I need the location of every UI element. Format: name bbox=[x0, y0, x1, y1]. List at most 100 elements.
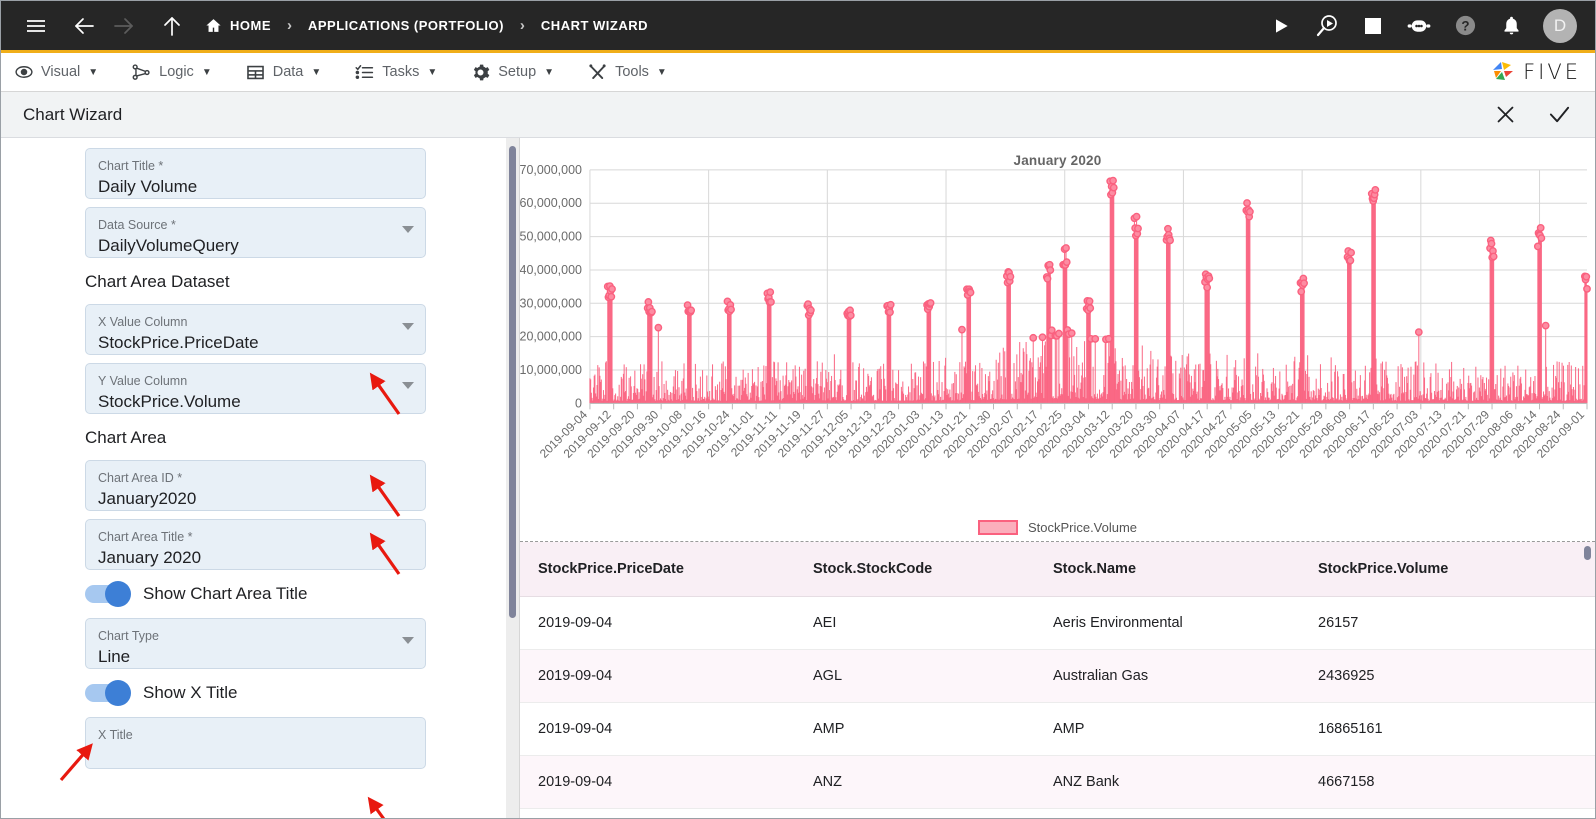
table-row[interactable]: 2019-09-04 AMP AMP 16865161 bbox=[520, 702, 1595, 756]
table-cell: 2019-09-04 bbox=[520, 702, 795, 756]
close-icon[interactable] bbox=[1491, 101, 1519, 129]
breadcrumb-item-chart-wizard[interactable]: CHART WIZARD bbox=[541, 18, 648, 33]
chevron-down-icon: ▼ bbox=[311, 66, 322, 78]
chevron-down-icon: ▼ bbox=[656, 66, 667, 78]
breadcrumb-item-applications[interactable]: APPLICATIONS (PORTFOLIO) bbox=[308, 18, 504, 33]
chart-area-title-field[interactable]: Chart Area Title * January 2020 bbox=[85, 519, 426, 570]
x-value-column-field[interactable]: X Value Column StockPrice.PriceDate bbox=[85, 304, 426, 355]
menu-item-tasks[interactable]: Tasks ▼ bbox=[355, 63, 437, 82]
help-icon[interactable]: ? bbox=[1445, 9, 1485, 43]
page-title: Chart Wizard bbox=[23, 104, 123, 124]
chevron-down-icon: ▼ bbox=[427, 66, 438, 78]
sidebar-scrollbar-thumb[interactable] bbox=[509, 146, 516, 618]
chevron-down-icon: ▼ bbox=[544, 66, 555, 78]
breadcrumb-item-home[interactable]: HOME bbox=[205, 17, 271, 34]
chart-area-id-field[interactable]: Chart Area ID * January2020 bbox=[85, 460, 426, 511]
eye-icon bbox=[15, 63, 33, 81]
table-cell: 26157 bbox=[1300, 596, 1595, 650]
data-table-container: StockPrice.PriceDate Stock.StockCode Sto… bbox=[520, 542, 1595, 818]
table-cell: AGL bbox=[795, 649, 1035, 703]
menu-label-visual: Visual bbox=[41, 64, 81, 80]
toggle-knob bbox=[105, 581, 131, 607]
svg-text:40,000,000: 40,000,000 bbox=[520, 263, 582, 277]
forward-arrow-icon[interactable] bbox=[107, 9, 141, 43]
section-heading-chart-area: Chart Area bbox=[85, 428, 167, 447]
data-source-label: Data Source * bbox=[98, 218, 176, 232]
wizard-header: Chart Wizard bbox=[1, 92, 1595, 138]
chevron-down-icon: ▼ bbox=[201, 66, 212, 78]
show-chart-area-title-row: Show Chart Area Title bbox=[85, 581, 519, 607]
legend-swatch-stockprice-volume bbox=[977, 520, 1018, 535]
table-cell: AEI bbox=[795, 596, 1035, 650]
top-navigation-bar: HOME › APPLICATIONS (PORTFOLIO) › CHART … bbox=[1, 1, 1595, 53]
show-chart-area-title-toggle[interactable] bbox=[85, 581, 131, 607]
menu-item-tools[interactable]: Tools ▼ bbox=[588, 63, 667, 82]
chart-type-label: Chart Type bbox=[98, 629, 159, 643]
top-bar-actions: ? D bbox=[1261, 8, 1577, 43]
table-header-volume[interactable]: StockPrice.Volume bbox=[1300, 542, 1595, 597]
robot-icon[interactable] bbox=[1399, 9, 1439, 43]
breadcrumb-label-home: HOME bbox=[230, 18, 271, 33]
main-menu-bar: Visual ▼ Logic ▼ Data ▼ Tasks ▼ Setup ▼ … bbox=[1, 53, 1595, 92]
chevron-down-icon[interactable] bbox=[402, 226, 414, 233]
hamburger-icon[interactable] bbox=[19, 9, 53, 43]
table-icon bbox=[246, 63, 265, 82]
annotation-arrow-chart-type bbox=[365, 796, 417, 818]
breadcrumb: HOME › APPLICATIONS (PORTFOLIO) › CHART … bbox=[205, 17, 648, 34]
table-row[interactable]: 2019-09-04 ANZ ANZ Bank 4667158 bbox=[520, 755, 1595, 809]
show-x-title-label: Show X Title bbox=[143, 683, 238, 702]
section-heading-chart-area-dataset: Chart Area Dataset bbox=[85, 272, 230, 291]
wizard-actions bbox=[1491, 101, 1573, 129]
back-arrow-icon[interactable] bbox=[67, 9, 101, 43]
menu-item-logic[interactable]: Logic ▼ bbox=[132, 63, 212, 82]
chevron-down-icon[interactable] bbox=[402, 323, 414, 330]
x-value-column-label: X Value Column bbox=[98, 315, 188, 329]
svg-text:?: ? bbox=[1461, 18, 1469, 33]
menu-item-setup[interactable]: Setup ▼ bbox=[471, 63, 554, 82]
table-header-stockcode[interactable]: Stock.StockCode bbox=[795, 542, 1035, 597]
chevron-down-icon[interactable] bbox=[402, 637, 414, 644]
chart-area-id-value: January2020 bbox=[98, 489, 197, 508]
chart-container: January 2020 70,000,000 60,000,000 50,000,… bbox=[519, 138, 1595, 542]
table-row[interactable]: 2019-09-04 AGL Australian Gas 2436925 bbox=[520, 649, 1595, 703]
brand-name: FIVE bbox=[1523, 60, 1581, 84]
data-source-field[interactable]: Data Source * DailyVolumeQuery bbox=[85, 207, 426, 258]
chevron-down-icon[interactable] bbox=[402, 382, 414, 389]
chart-area-title-label: Chart Area Title * bbox=[98, 530, 193, 544]
data-table: StockPrice.PriceDate Stock.StockCode Sto… bbox=[520, 542, 1595, 809]
breadcrumb-label-applications: APPLICATIONS (PORTFOLIO) bbox=[308, 18, 504, 33]
gear-icon bbox=[471, 63, 490, 82]
table-scrollbar-thumb[interactable] bbox=[1584, 546, 1591, 560]
confirm-check-icon[interactable] bbox=[1545, 101, 1573, 129]
menu-item-visual[interactable]: Visual ▼ bbox=[15, 63, 98, 81]
show-x-title-toggle[interactable] bbox=[85, 680, 131, 706]
stop-icon[interactable] bbox=[1353, 9, 1393, 43]
bell-icon[interactable] bbox=[1491, 9, 1531, 43]
table-body: 2019-09-04 AEI Aeris Environmental 26157 201… bbox=[520, 596, 1595, 809]
up-arrow-icon[interactable] bbox=[155, 9, 189, 43]
table-cell: ANZ Bank bbox=[1035, 755, 1300, 809]
logic-graph-icon bbox=[132, 63, 151, 82]
x-title-field[interactable]: X Title bbox=[85, 717, 426, 769]
y-value-column-field[interactable]: Y Value Column StockPrice.Volume bbox=[85, 363, 426, 414]
chart-area-title-value: January 2020 bbox=[98, 548, 202, 567]
table-cell: 2019-09-04 bbox=[520, 649, 795, 703]
table-row[interactable]: 2019-09-04 AEI Aeris Environmental 26157 bbox=[520, 596, 1595, 650]
brand-logo: FIVE bbox=[1490, 60, 1581, 84]
y-value-column-label: Y Value Column bbox=[98, 374, 188, 388]
avatar[interactable]: D bbox=[1543, 8, 1577, 43]
chart-type-field[interactable]: Chart Type Line bbox=[85, 618, 426, 669]
table-header-row: StockPrice.PriceDate Stock.StockCode Sto… bbox=[520, 542, 1595, 597]
chart-title-field[interactable]: Chart Title * Daily Volume bbox=[85, 148, 426, 199]
table-cell: ANZ bbox=[795, 755, 1035, 809]
menu-label-logic: Logic bbox=[159, 64, 194, 80]
table-cell: Aeris Environmental bbox=[1035, 596, 1300, 650]
chart-legend: StockPrice.Volume bbox=[520, 520, 1595, 535]
play-icon[interactable] bbox=[1261, 9, 1301, 43]
table-header-pricedate[interactable]: StockPrice.PriceDate bbox=[520, 542, 795, 597]
search-play-icon[interactable] bbox=[1307, 9, 1347, 43]
table-header-stockname[interactable]: Stock.Name bbox=[1035, 542, 1300, 597]
table-cell: 2436925 bbox=[1300, 649, 1595, 703]
menu-item-data[interactable]: Data ▼ bbox=[246, 63, 322, 82]
five-logo-mark bbox=[1493, 62, 1514, 80]
